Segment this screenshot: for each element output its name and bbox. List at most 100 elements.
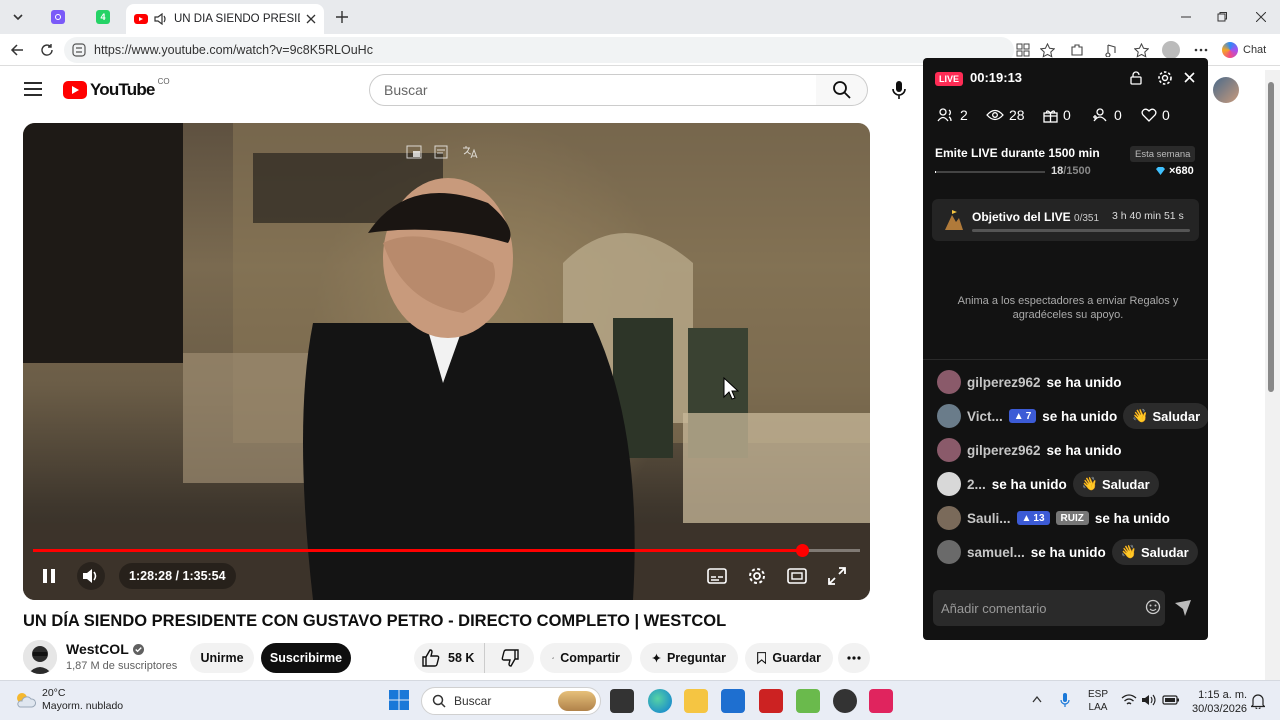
dislike-button[interactable] (491, 643, 520, 673)
app-green-icon[interactable] (796, 689, 820, 713)
minimize-button[interactable] (1172, 6, 1200, 28)
mission-reward: ×680 (1155, 165, 1194, 177)
share-button[interactable]: Compartir (540, 643, 632, 673)
join-button[interactable]: Unirme (190, 643, 254, 673)
site-info-icon[interactable] (72, 43, 86, 57)
mute-button[interactable] (77, 562, 105, 590)
speaker-icon[interactable] (154, 13, 168, 25)
tab-badge: 4 (96, 10, 110, 24)
theater-mode-button[interactable] (783, 562, 811, 590)
translate-icon[interactable] (462, 145, 478, 159)
language-indicator[interactable]: ESP LAA (1088, 688, 1108, 714)
progress-bar[interactable] (33, 544, 860, 557)
settings-icon[interactable] (1157, 70, 1173, 86)
wifi-icon[interactable] (1121, 694, 1137, 706)
edge-browser-icon[interactable] (648, 689, 672, 713)
more-menu-icon[interactable] (1193, 42, 1209, 58)
tab-camera[interactable] (44, 6, 72, 28)
greet-button[interactable]: 👋 Saludar (1072, 471, 1159, 497)
channel-name-text[interactable]: WestCOL (66, 641, 129, 657)
search-button[interactable] (816, 74, 868, 106)
volume-icon (83, 569, 97, 583)
maximize-button[interactable] (1208, 6, 1236, 28)
reload-button[interactable] (39, 42, 55, 58)
favorite-star-icon[interactable] (1039, 42, 1055, 58)
tab-list-button[interactable] (4, 6, 32, 28)
copilot-chat-button[interactable]: Chat (1222, 41, 1266, 59)
url-text[interactable]: https://www.youtube.com/watch?v=9c8K5RLO… (94, 43, 373, 57)
notes-icon[interactable] (434, 145, 450, 159)
fullscreen-button[interactable] (823, 562, 851, 590)
chat-avatar[interactable] (937, 404, 961, 428)
tiktok-icon[interactable] (869, 689, 893, 713)
media-control-icon[interactable] (1103, 42, 1119, 58)
weather-widget[interactable]: 20°C Mayorm. nublado (14, 687, 123, 713)
store-icon[interactable] (721, 689, 745, 713)
address-bar[interactable]: https://www.youtube.com/watch?v=9c8K5RLO… (64, 37, 1014, 63)
app-available-icon[interactable] (1015, 42, 1031, 58)
lang-bottom: LAA (1088, 702, 1108, 713)
chat-username[interactable]: gilperez962 (967, 375, 1041, 390)
chat-avatar[interactable] (937, 472, 961, 496)
tab-whatsapp[interactable]: 4 (89, 6, 117, 28)
new-tab-button[interactable] (328, 6, 356, 28)
send-icon[interactable] (1174, 599, 1192, 617)
app-m-icon[interactable] (759, 689, 783, 713)
windows-start-icon[interactable] (389, 690, 409, 710)
voice-search-button[interactable] (884, 75, 914, 105)
clock-date: 30/03/2026 (1192, 703, 1248, 715)
microphone-tray-icon[interactable] (1060, 692, 1070, 708)
scrollbar-thumb[interactable] (1268, 82, 1274, 392)
back-button[interactable] (9, 42, 25, 58)
chat-avatar[interactable] (937, 506, 961, 530)
show-hidden-icons-icon[interactable] (1032, 695, 1042, 703)
picture-in-picture-icon[interactable] (406, 145, 422, 159)
video-player[interactable]: 1:28:28 / 1:35:54 (23, 123, 870, 600)
channel-avatar[interactable] (23, 640, 57, 674)
emoji-icon[interactable] (1145, 599, 1161, 615)
time-display: 1:28:28 / 1:35:54 (119, 563, 236, 589)
settings-button[interactable] (743, 562, 771, 590)
chat-avatar[interactable] (937, 540, 961, 564)
notification-icon[interactable] (1251, 693, 1265, 709)
lock-icon[interactable] (1130, 71, 1142, 85)
ask-button[interactable]: Preguntar (640, 643, 738, 673)
chat-username[interactable]: 2... (967, 477, 986, 492)
subtitles-button[interactable] (703, 562, 731, 590)
page-scrollbar[interactable] (1265, 70, 1280, 680)
chat-avatar[interactable] (937, 438, 961, 462)
favorites-icon[interactable] (1133, 42, 1149, 58)
greet-button[interactable]: 👋 Saludar (1111, 539, 1198, 565)
volume-tray-icon[interactable] (1141, 694, 1157, 706)
app-obs-icon[interactable] (833, 689, 857, 713)
close-tab-icon[interactable] (306, 14, 316, 24)
system-clock[interactable]: 1:15 a. m. 30/03/2026 (1192, 688, 1247, 716)
file-explorer-icon[interactable] (684, 689, 708, 713)
chat-username[interactable]: gilperez962 (967, 443, 1041, 458)
battery-icon[interactable] (1162, 695, 1180, 705)
profile-avatar[interactable] (1162, 41, 1180, 59)
subscribe-button[interactable]: Suscribirme (261, 643, 351, 673)
comment-input[interactable]: Añadir comentario (933, 590, 1165, 626)
youtube-logo[interactable]: YouTube CO (63, 77, 170, 100)
chat-username[interactable]: samuel... (967, 545, 1025, 560)
live-goal-card[interactable]: Objetivo del LIVE 0/351 3 h 40 min 51 s (932, 199, 1199, 241)
save-button[interactable]: Guardar (745, 643, 833, 673)
extensions-icon[interactable] (1069, 42, 1085, 58)
chat-username[interactable]: Sauli... (967, 511, 1011, 526)
like-button[interactable]: 58 K (414, 643, 486, 673)
greet-button[interactable]: 👋 Saludar (1123, 403, 1208, 429)
chat-avatar[interactable] (937, 370, 961, 394)
hamburger-menu-icon[interactable] (24, 82, 42, 96)
youtube-account-avatar[interactable] (1213, 77, 1239, 103)
tab-youtube-active[interactable]: UN DÍA SIENDO PRESIDENTE (126, 4, 324, 34)
chat-username[interactable]: Vict... (967, 409, 1003, 424)
close-panel-icon[interactable] (1184, 72, 1195, 83)
more-actions-button[interactable] (838, 643, 870, 673)
search-input[interactable]: Buscar (369, 74, 817, 106)
close-window-button[interactable] (1247, 6, 1275, 28)
task-view-icon[interactable] (610, 689, 634, 713)
channel-name[interactable]: WestCOL (66, 641, 144, 657)
taskbar-search[interactable]: Buscar (421, 687, 601, 715)
pause-button[interactable] (35, 562, 63, 590)
